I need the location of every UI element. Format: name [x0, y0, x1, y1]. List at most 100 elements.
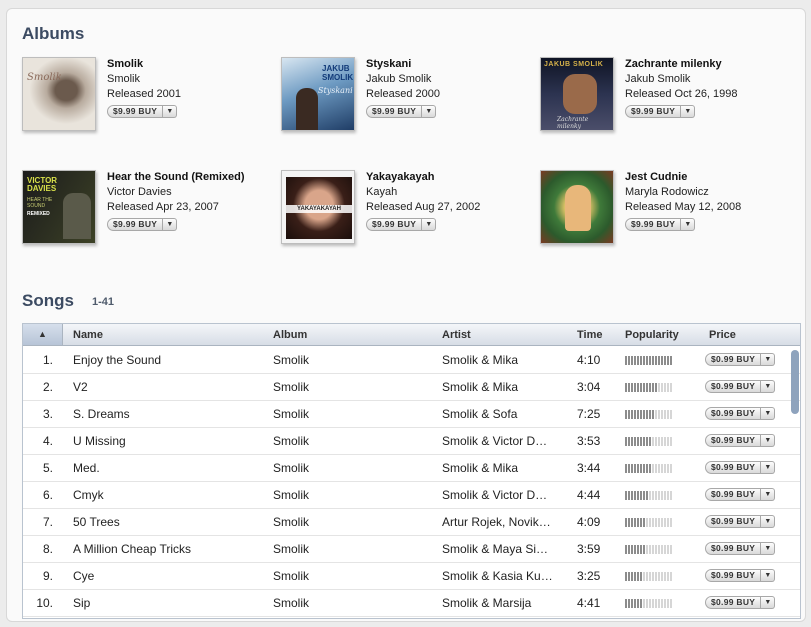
buy-button[interactable]: $0.99 BUY ▼	[705, 461, 776, 474]
album-title[interactable]: Hear the Sound (Remixed)	[107, 170, 245, 185]
chevron-down-icon[interactable]: ▼	[761, 542, 776, 555]
buy-price[interactable]: $0.99 BUY	[705, 515, 762, 528]
table-row[interactable]: 3. S. Dreams Smolik Smolik & Sofa 7:25 $…	[23, 401, 800, 428]
song-album[interactable]: Smolik	[273, 569, 433, 583]
buy-price[interactable]: $0.99 BUY	[705, 596, 762, 609]
buy-price[interactable]: $9.99 BUY	[625, 218, 682, 231]
album-cover[interactable]	[540, 170, 614, 244]
buy-button[interactable]: $9.99 BUY ▼	[107, 105, 178, 118]
chevron-down-icon[interactable]: ▼	[761, 353, 776, 366]
album-item[interactable]: VICTOR DAVIES HEAR THE SOUND REMIXED Hea…	[22, 170, 272, 250]
album-cover[interactable]: VICTOR DAVIES HEAR THE SOUND REMIXED	[22, 170, 96, 244]
buy-button[interactable]: $0.99 BUY ▼	[705, 542, 776, 555]
buy-button[interactable]: $0.99 BUY ▼	[705, 353, 776, 366]
buy-button[interactable]: $0.99 BUY ▼	[705, 380, 776, 393]
song-album[interactable]: Smolik	[273, 380, 433, 394]
table-row[interactable]: 2. V2 Smolik Smolik & Mika 3:04 $0.99 BU…	[23, 374, 800, 401]
song-album[interactable]: Smolik	[273, 488, 433, 502]
buy-price[interactable]: $9.99 BUY	[107, 218, 164, 231]
album-title[interactable]: Jest Cudnie	[625, 170, 741, 185]
song-album[interactable]: Smolik	[273, 353, 433, 367]
chevron-down-icon[interactable]: ▼	[761, 569, 776, 582]
chevron-down-icon[interactable]: ▼	[761, 380, 776, 393]
song-name[interactable]: A Million Cheap Tricks	[73, 542, 263, 556]
chevron-down-icon[interactable]: ▼	[422, 105, 437, 118]
buy-button[interactable]: $0.99 BUY ▼	[705, 596, 776, 609]
album-cover[interactable]: Smolik	[22, 57, 96, 131]
song-artist[interactable]: Smolik & Victor D…	[442, 434, 567, 448]
song-artist[interactable]: Smolik & Maya Si…	[442, 542, 567, 556]
album-item[interactable]: JAKUB SMOLIK Styskani Styskani Jakub Smo…	[281, 57, 531, 137]
song-artist[interactable]: Smolik & Victor D…	[442, 488, 567, 502]
song-artist[interactable]: Smolik & Kasia Ku…	[442, 569, 567, 583]
album-cover[interactable]: JAKUB SMOLIK Zachrante milenky	[540, 57, 614, 131]
table-row[interactable]: 4. U Missing Smolik Smolik & Victor D… 3…	[23, 428, 800, 455]
chevron-down-icon[interactable]: ▼	[422, 218, 437, 231]
song-name[interactable]: Cye	[73, 569, 263, 583]
chevron-down-icon[interactable]: ▼	[761, 434, 776, 447]
buy-price[interactable]: $0.99 BUY	[705, 569, 762, 582]
song-album[interactable]: Smolik	[273, 596, 433, 610]
chevron-down-icon[interactable]: ▼	[761, 407, 776, 420]
album-artist[interactable]: Victor Davies	[107, 185, 245, 200]
album-artist[interactable]: Jakub Smolik	[366, 72, 440, 87]
song-name[interactable]: S. Dreams	[73, 407, 263, 421]
buy-price[interactable]: $9.99 BUY	[366, 218, 423, 231]
song-album[interactable]: Smolik	[273, 434, 433, 448]
buy-button[interactable]: $9.99 BUY ▼	[625, 105, 696, 118]
chevron-down-icon[interactable]: ▼	[163, 105, 178, 118]
buy-price[interactable]: $9.99 BUY	[107, 105, 164, 118]
song-artist[interactable]: Smolik & Mika	[442, 461, 567, 475]
table-row[interactable]: 7. 50 Trees Smolik Artur Rojek, Novik… 4…	[23, 509, 800, 536]
album-cover[interactable]: JAKUB SMOLIK Styskani	[281, 57, 355, 131]
table-row[interactable]: 10. Sip Smolik Smolik & Marsija 4:41 $0.…	[23, 590, 800, 617]
album-item[interactable]: Smolik Smolik Smolik Released 2001 $9.99…	[22, 57, 272, 137]
chevron-down-icon[interactable]: ▼	[761, 488, 776, 501]
buy-button[interactable]: $9.99 BUY ▼	[366, 105, 437, 118]
column-header-price[interactable]: Price	[709, 329, 736, 341]
album-title[interactable]: Styskani	[366, 57, 440, 72]
song-name[interactable]: Sip	[73, 596, 263, 610]
buy-button[interactable]: $0.99 BUY ▼	[705, 488, 776, 501]
song-album[interactable]: Smolik	[273, 461, 433, 475]
column-header-artist[interactable]: Artist	[442, 329, 471, 341]
album-cover[interactable]: YAKAYAKAYAH	[281, 170, 355, 244]
song-name[interactable]: 50 Trees	[73, 515, 263, 529]
buy-price[interactable]: $0.99 BUY	[705, 488, 762, 501]
buy-button[interactable]: $0.99 BUY ▼	[705, 434, 776, 447]
table-row[interactable]: 8. A Million Cheap Tricks Smolik Smolik …	[23, 536, 800, 563]
table-row[interactable]: 9. Cye Smolik Smolik & Kasia Ku… 3:25 $0…	[23, 563, 800, 590]
buy-price[interactable]: $9.99 BUY	[625, 105, 682, 118]
column-header-time[interactable]: Time	[577, 329, 602, 341]
song-name[interactable]: Med.	[73, 461, 263, 475]
album-artist[interactable]: Maryla Rodowicz	[625, 185, 741, 200]
song-name[interactable]: V2	[73, 380, 263, 394]
table-row[interactable]: 5. Med. Smolik Smolik & Mika 3:44 $0.99 …	[23, 455, 800, 482]
buy-button[interactable]: $9.99 BUY ▼	[107, 218, 178, 231]
buy-price[interactable]: $9.99 BUY	[366, 105, 423, 118]
chevron-down-icon[interactable]: ▼	[163, 218, 178, 231]
album-item[interactable]: Jest Cudnie Maryla Rodowicz Released May…	[540, 170, 790, 250]
sort-up-icon[interactable]: ▲	[23, 324, 63, 345]
buy-price[interactable]: $0.99 BUY	[705, 353, 762, 366]
song-artist[interactable]: Smolik & Marsija	[442, 596, 567, 610]
song-album[interactable]: Smolik	[273, 407, 433, 421]
scrollbar[interactable]	[791, 350, 799, 414]
buy-button[interactable]: $9.99 BUY ▼	[625, 218, 696, 231]
song-name[interactable]: Enjoy the Sound	[73, 353, 263, 367]
chevron-down-icon[interactable]: ▼	[681, 105, 696, 118]
song-artist[interactable]: Smolik & Mika	[442, 380, 567, 394]
buy-button[interactable]: $9.99 BUY ▼	[366, 218, 437, 231]
song-album[interactable]: Smolik	[273, 542, 433, 556]
song-artist[interactable]: Smolik & Mika	[442, 353, 567, 367]
album-title[interactable]: Yakayakayah	[366, 170, 480, 185]
column-header-album[interactable]: Album	[273, 329, 307, 341]
album-item[interactable]: YAKAYAKAYAH Yakayakayah Kayah Released A…	[281, 170, 531, 250]
chevron-down-icon[interactable]: ▼	[761, 515, 776, 528]
buy-button[interactable]: $0.99 BUY ▼	[705, 515, 776, 528]
buy-price[interactable]: $0.99 BUY	[705, 542, 762, 555]
album-artist[interactable]: Smolik	[107, 72, 181, 87]
table-row[interactable]: 1. Enjoy the Sound Smolik Smolik & Mika …	[23, 347, 800, 374]
song-name[interactable]: U Missing	[73, 434, 263, 448]
column-header-popularity[interactable]: Popularity	[625, 329, 679, 341]
